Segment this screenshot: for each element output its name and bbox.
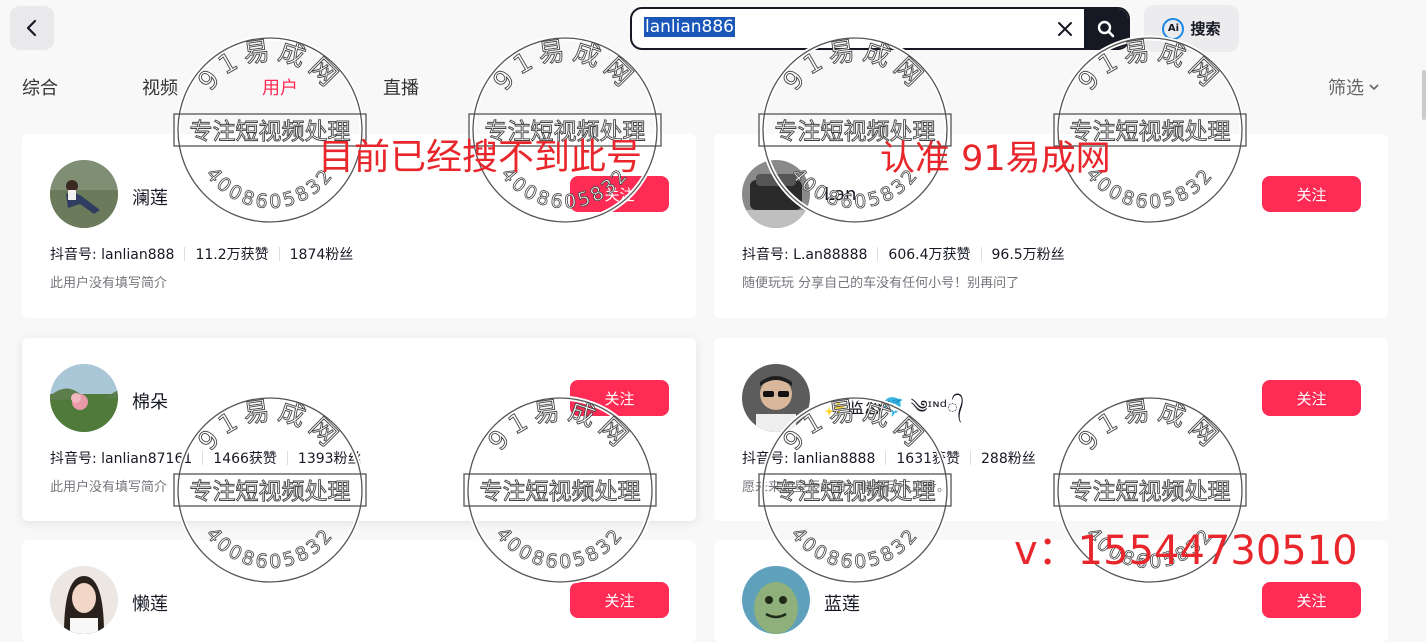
filter-label: 筛选 [1328, 78, 1364, 99]
fans-count: 1393粉丝 [297, 451, 362, 467]
back-button[interactable] [10, 6, 54, 50]
tab-live[interactable]: 直播 [383, 74, 419, 100]
ai-search-label: 搜索 [1190, 20, 1221, 38]
user-bio: 此用户没有填写简介 [50, 276, 168, 291]
filter-button[interactable]: 筛选 [1328, 74, 1380, 100]
chevron-left-icon [26, 19, 37, 37]
follow-button[interactable]: 关注 [570, 582, 669, 618]
clear-search-button[interactable] [1050, 14, 1080, 44]
user-stats: 抖音号: L.an88888 606.4万获赞 96.5万粉丝 [742, 244, 1065, 264]
search-box: lanlian886 [630, 7, 1130, 50]
avatar[interactable] [50, 364, 118, 432]
avatar[interactable] [50, 160, 118, 228]
fans-count: 1874粉丝 [289, 247, 354, 263]
user-name[interactable]: 澜莲 [132, 184, 168, 210]
avatar[interactable] [742, 364, 810, 432]
avatar[interactable] [742, 566, 810, 634]
watermark-stamp-top: 91易成网 [487, 35, 636, 97]
scrollbar-thumb[interactable] [1422, 70, 1426, 120]
user-bio: 随便玩玩 分享自己的车没有任何小号！别再问了 [742, 276, 1020, 291]
user-stats: 抖音号: lanlian8888 1631获赞 288粉丝 [742, 448, 1036, 468]
douyin-id: 抖音号: lanlian8888 [742, 451, 876, 467]
search-query-selected: lanlian886 [644, 17, 736, 37]
follow-button[interactable]: 关注 [570, 380, 669, 416]
tab-comprehensive[interactable]: 综合 [22, 74, 58, 100]
search-icon [1097, 20, 1115, 37]
follow-button[interactable]: 关注 [1262, 582, 1361, 618]
user-stats: 抖音号: lanlian87161 1466获赞 1393粉丝 [50, 448, 362, 468]
svg-text:91易成网: 91易成网 [488, 36, 642, 97]
user-name[interactable]: 棉朵 [132, 388, 168, 414]
user-name[interactable]: 懒莲 [132, 590, 168, 616]
fans-count: 288粉丝 [981, 451, 1036, 467]
user-card[interactable]: 懒莲 关注 [22, 540, 696, 642]
chevron-down-icon [1369, 84, 1379, 91]
tab-user[interactable]: 用户 [262, 74, 298, 100]
search-button[interactable] [1084, 9, 1128, 48]
user-card[interactable]: 澜莲 关注 抖音号: lanlian888 11.2万获赞 1874粉丝 此用户… [22, 134, 696, 318]
follow-button[interactable]: 关注 [570, 176, 669, 212]
user-card[interactable]: Lan 关注 抖音号: L.an88888 606.4万获赞 96.5万粉丝 随… [714, 134, 1388, 318]
likes-count: 11.2万获赞 [195, 247, 269, 263]
user-name[interactable]: 蓝莲 [824, 590, 860, 616]
user-card[interactable]: ✨蓝恋🐬 ༄ᶦᶰᵈ᭄ 关注 抖音号: lanlian8888 1631获赞 28… [714, 338, 1388, 521]
avatar[interactable] [742, 160, 810, 228]
ai-search-button[interactable]: Ai 搜索 [1144, 5, 1239, 52]
search-input[interactable]: lanlian886 [644, 17, 1044, 41]
likes-count: 606.4万获赞 [888, 247, 971, 263]
follow-button[interactable]: 关注 [1262, 380, 1361, 416]
user-bio: 愿未来如星辰大海，璀璨且不止步。 [742, 480, 951, 495]
user-bio: 此用户没有填写简介 [50, 480, 168, 495]
follow-button[interactable]: 关注 [1262, 176, 1361, 212]
avatar[interactable] [50, 566, 118, 634]
tab-video[interactable]: 视频 [142, 74, 178, 100]
user-card[interactable]: 蓝莲 关注 [714, 540, 1388, 642]
ai-icon: Ai [1162, 17, 1185, 40]
close-icon [1058, 22, 1072, 36]
fans-count: 96.5万粉丝 [991, 247, 1065, 263]
likes-count: 1631获赞 [896, 451, 961, 467]
likes-count: 1466获赞 [213, 451, 277, 467]
user-stats: 抖音号: lanlian888 11.2万获赞 1874粉丝 [50, 244, 353, 264]
douyin-id: 抖音号: lanlian888 [50, 247, 175, 263]
douyin-id: 抖音号: lanlian87161 [50, 451, 193, 467]
user-name[interactable]: ✨蓝恋🐬 ༄ᶦᶰᵈ᭄ [824, 388, 964, 438]
douyin-id: 抖音号: L.an88888 [742, 247, 868, 263]
user-name[interactable]: Lan [824, 184, 856, 205]
user-card[interactable]: 棉朵 关注 抖音号: lanlian87161 1466获赞 1393粉丝 此用… [22, 338, 696, 521]
